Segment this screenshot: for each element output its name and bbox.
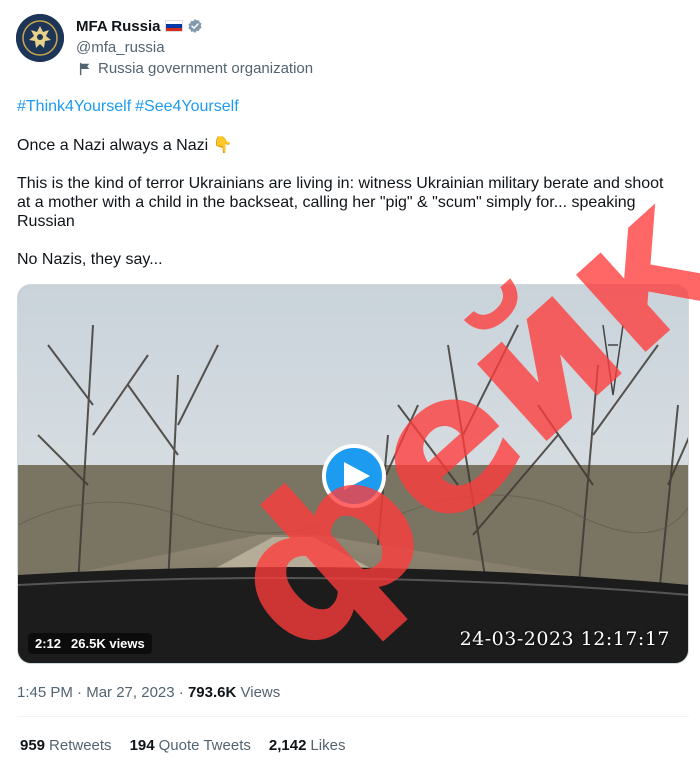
video-duration-badge: 2:12 26.5K views bbox=[28, 633, 152, 654]
tweet-stats: 959 Retweets 194 Quote Tweets 2,142 Likes bbox=[20, 737, 345, 754]
avatar[interactable] bbox=[16, 14, 64, 62]
tweet-line: No Nazis, they say... bbox=[17, 251, 163, 268]
tweet-time[interactable]: 1:45 PM bbox=[17, 684, 73, 701]
tweet-date[interactable]: Mar 27, 2023 bbox=[86, 684, 174, 701]
author-handle[interactable]: @mfa_russia bbox=[76, 39, 203, 56]
quotes-label: Quote Tweets bbox=[158, 737, 251, 754]
quotes-count: 194 bbox=[129, 737, 155, 754]
author-block: MFA Russia @mfa_russia bbox=[76, 16, 203, 56]
hashtag-link[interactable]: #Think4Yourself bbox=[17, 98, 131, 115]
tweet-meta: 1:45 PM · Mar 27, 2023 · 793.6K Views bbox=[17, 684, 281, 701]
hashtag-link[interactable]: #See4Yourself bbox=[135, 98, 239, 115]
likes-label: Likes bbox=[310, 737, 346, 754]
emblem-icon bbox=[16, 14, 64, 62]
likes-count: 2,142 bbox=[268, 737, 307, 754]
tweet-line: This is the kind of terror Ukrainians ar… bbox=[17, 175, 664, 230]
dashcam-timestamp: 24-03-2023 12:17:17 bbox=[459, 628, 670, 650]
hashtags: #Think4Yourself #See4Yourself bbox=[17, 97, 677, 116]
tweet-text: #Think4Yourself #See4Yourself Once a Nazi… bbox=[17, 97, 677, 269]
divider bbox=[17, 716, 689, 717]
play-icon bbox=[343, 462, 370, 490]
government-label[interactable]: Russia government organization bbox=[78, 60, 313, 77]
tweet-header: MFA Russia @mfa_russia Russia government… bbox=[16, 14, 676, 84]
flag-marker-icon bbox=[79, 62, 90, 75]
retweets-stat[interactable]: 959 Retweets bbox=[20, 737, 112, 754]
play-button[interactable] bbox=[322, 444, 386, 508]
verified-badge-icon bbox=[188, 19, 203, 33]
retweets-count: 959 bbox=[20, 737, 46, 754]
author-name[interactable]: MFA Russia bbox=[76, 18, 160, 35]
russia-flag-icon bbox=[165, 20, 184, 32]
likes-stat[interactable]: 2,142 Likes bbox=[269, 737, 346, 754]
quotes-stat[interactable]: 194 Quote Tweets bbox=[130, 737, 251, 754]
video-views: 26.5K views bbox=[71, 636, 145, 651]
views-count: 793.6K bbox=[187, 684, 237, 701]
government-label-text: Russia government organization bbox=[98, 60, 314, 77]
retweets-label: Retweets bbox=[49, 737, 112, 754]
tweet-line: Once a Nazi always a Nazi 👇 bbox=[17, 137, 233, 154]
video-player[interactable]: 2:12 26.5K views 24-03-2023 12:17:17 bbox=[17, 284, 689, 664]
views-label: Views bbox=[240, 684, 281, 701]
video-duration: 2:12 bbox=[35, 636, 62, 651]
name-row: MFA Russia bbox=[76, 16, 203, 36]
